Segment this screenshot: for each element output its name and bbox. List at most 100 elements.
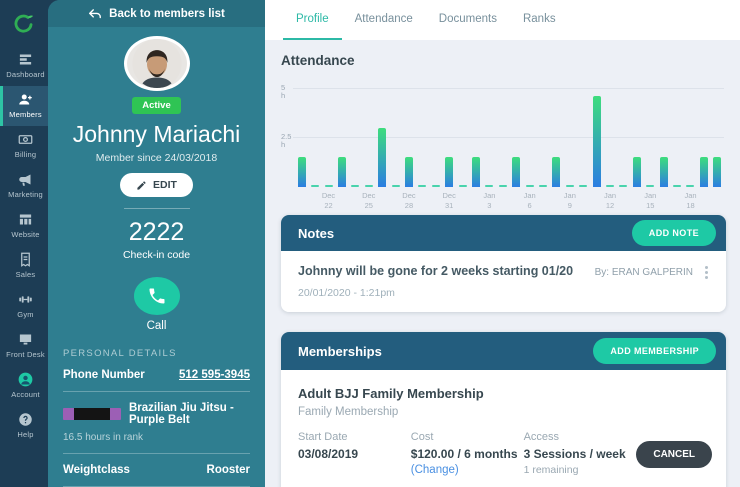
note-timestamp: 20/01/2020 - 1:21pm bbox=[298, 287, 395, 299]
memberships-card-body: Adult BJJ Family Membership Family Membe… bbox=[281, 370, 726, 487]
chart-bar-slot: Dec 25 bbox=[362, 88, 375, 210]
access-column: Access 3 Sessions / week 1 remaining bbox=[524, 431, 637, 476]
notes-card: Notes ADD NOTE Johnny will be gone for 2… bbox=[281, 215, 726, 312]
members-icon bbox=[18, 92, 33, 107]
chart-bar bbox=[445, 157, 454, 187]
back-to-members-link[interactable]: Back to members list bbox=[48, 0, 265, 28]
chart-bar bbox=[431, 185, 440, 187]
chart-bar bbox=[337, 157, 346, 187]
weightclass-value: Rooster bbox=[206, 464, 250, 476]
chart-bar bbox=[324, 185, 333, 187]
chart-bar-slot: Jan 12 bbox=[603, 88, 616, 210]
chart-bar bbox=[539, 185, 548, 187]
chart-bar-slot: Jan 18 bbox=[684, 88, 697, 210]
chart-bar bbox=[659, 157, 668, 187]
x-axis-tick-label: Dec 28 bbox=[402, 191, 416, 210]
status-badge: Active bbox=[132, 97, 181, 115]
profile-tabbar: Profile Attendance Documents Ranks bbox=[265, 0, 740, 40]
note-author: By: ERAN GALPERIN bbox=[594, 267, 693, 278]
chart-bar bbox=[485, 185, 494, 187]
x-axis-tick-label: Dec 22 bbox=[321, 191, 336, 210]
note-text: Johnny will be gone for 2 weeks starting… bbox=[298, 264, 574, 278]
sidebar-item-members[interactable]: Members bbox=[0, 86, 48, 126]
sidebar-item-billing[interactable]: Billing bbox=[0, 126, 48, 166]
x-axis-tick-label: Jan 3 bbox=[483, 191, 496, 210]
attendance-chart: 5h 2.5 h Dec 22 Dec 25 Dec 28 Dec 31 Jan 3 Jan 6 Jan 9… bbox=[281, 69, 726, 210]
checkin-code: 2222 bbox=[128, 218, 185, 247]
chart-bar bbox=[391, 185, 400, 187]
chart-bar-slot bbox=[550, 88, 563, 187]
chart-bar-slot bbox=[536, 88, 549, 187]
chart-bar-slot bbox=[349, 88, 362, 187]
pencil-icon bbox=[137, 181, 146, 190]
chart-bar bbox=[686, 185, 695, 187]
chart-bar bbox=[404, 157, 413, 187]
app-logo[interactable] bbox=[0, 0, 48, 46]
monitor-icon bbox=[18, 332, 33, 347]
sidebar-item-label: Sales bbox=[15, 270, 36, 279]
sidebar-item-sales[interactable]: Sales bbox=[0, 246, 48, 286]
sidebar-item-label: Account bbox=[11, 390, 40, 399]
notes-card-body: Johnny will be gone for 2 weeks starting… bbox=[281, 251, 726, 312]
tab-profile[interactable]: Profile bbox=[283, 0, 342, 40]
chart-bar bbox=[364, 185, 373, 187]
chart-bar bbox=[498, 185, 507, 187]
add-note-button[interactable]: ADD NOTE bbox=[631, 220, 716, 246]
personal-details-heading: PERSONAL DETAILS bbox=[63, 348, 177, 359]
call-button[interactable] bbox=[133, 277, 180, 315]
app-window: Dashboard Members Billing Marketing Webs… bbox=[0, 0, 740, 487]
hours-in-rank: 16.5 hours in rank bbox=[63, 432, 144, 443]
sidebar-item-help[interactable]: Help bbox=[0, 406, 48, 446]
member-since: Member since 24/03/2018 bbox=[95, 152, 218, 165]
tab-documents[interactable]: Documents bbox=[426, 0, 510, 40]
cancel-membership-button[interactable]: CANCEL bbox=[636, 441, 713, 468]
sidebar-item-front-desk[interactable]: Front Desk bbox=[0, 326, 48, 366]
add-membership-button[interactable]: ADD MEMBERSHIP bbox=[593, 338, 716, 364]
sidebar-item-gym[interactable]: Gym bbox=[0, 286, 48, 326]
chart-bar bbox=[646, 185, 655, 187]
x-axis-tick-label: Jan 18 bbox=[684, 191, 697, 210]
chart-bar bbox=[713, 157, 722, 187]
tab-attendance[interactable]: Attendance bbox=[342, 0, 426, 40]
sidebar-item-account[interactable]: Account bbox=[0, 366, 48, 406]
sidebar-item-label: Gym bbox=[17, 310, 34, 319]
x-axis-tick-label: Jan 9 bbox=[563, 191, 576, 210]
chart-bar bbox=[525, 185, 534, 187]
chart-bar-slot bbox=[469, 88, 482, 187]
ytick-2-5h: 2.5 h bbox=[281, 132, 292, 149]
sidebar-item-dashboard[interactable]: Dashboard bbox=[0, 46, 48, 86]
chart-bar-slot bbox=[657, 88, 670, 187]
chart-bar-slot bbox=[577, 88, 590, 187]
chart-bar bbox=[471, 157, 480, 187]
billing-icon bbox=[18, 132, 33, 147]
profile-tab-content: Attendance 5h 2.5 h Dec 22 Dec 25 Dec 28 Dec 31 J… bbox=[265, 40, 740, 487]
note-menu-icon[interactable] bbox=[701, 264, 712, 281]
chart-bar bbox=[552, 157, 561, 187]
help-icon bbox=[18, 412, 33, 427]
sidebar-item-website[interactable]: Website bbox=[0, 206, 48, 246]
rank-row: Brazilian Jiu Jitsu - Purple Belt 16.5 h… bbox=[63, 392, 250, 454]
sidebar-item-label: Front Desk bbox=[6, 350, 45, 359]
main-content: Profile Attendance Documents Ranks Atten… bbox=[265, 0, 740, 487]
sidebar-item-label: Members bbox=[9, 110, 42, 119]
account-avatar-icon bbox=[18, 372, 33, 387]
chart-bar-slot bbox=[590, 88, 603, 187]
chart-bar bbox=[699, 157, 708, 187]
chart-bar-slot bbox=[416, 88, 429, 187]
change-cost-link[interactable]: (Change) bbox=[411, 464, 524, 476]
start-date-value: 03/08/2019 bbox=[298, 447, 359, 461]
edit-button[interactable]: EDIT bbox=[120, 173, 193, 198]
access-label: Access bbox=[523, 431, 560, 443]
chart-bar bbox=[673, 185, 682, 187]
sidebar-item-marketing[interactable]: Marketing bbox=[0, 166, 48, 206]
chart-bar bbox=[311, 185, 320, 187]
phone-row: Phone Number 512 595-3945 bbox=[63, 359, 250, 392]
phone-label: Phone Number bbox=[63, 369, 145, 381]
divider bbox=[123, 208, 190, 210]
tab-ranks[interactable]: Ranks bbox=[510, 0, 569, 40]
memberships-card: Memberships ADD MEMBERSHIP Adult BJJ Fam… bbox=[281, 332, 726, 487]
notes-card-header: Notes ADD NOTE bbox=[281, 215, 726, 251]
phone-number-link[interactable]: 512 595-3945 bbox=[179, 369, 250, 381]
chart-bar bbox=[632, 157, 641, 187]
chart-bar-slot bbox=[617, 88, 630, 187]
